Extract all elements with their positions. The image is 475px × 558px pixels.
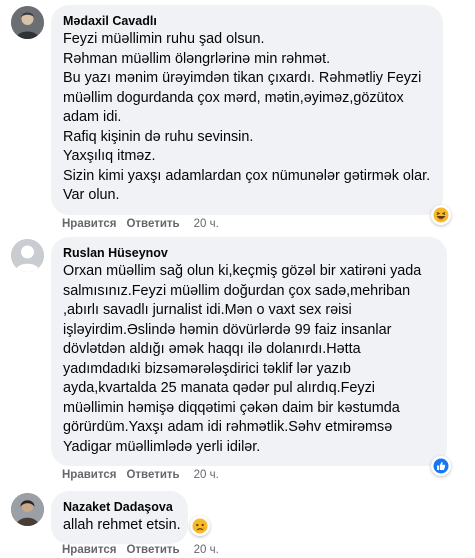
comment-text-line: salmısınız.Feyzi müəllim doğurdan çox sa…: [63, 282, 411, 299]
comment-text-line: allah rehmet etsin.: [63, 517, 181, 533]
reply-button[interactable]: Ответить: [126, 544, 179, 556]
comment-text-line: müəllimin həmişə diqqətimi çəkən daim bi…: [63, 399, 400, 416]
comment-author[interactable]: Ruslan Hüseynov: [63, 245, 435, 261]
sad-emoji-icon[interactable]: [190, 516, 210, 536]
reply-button[interactable]: Ответить: [126, 469, 179, 481]
user-photo-icon: [11, 6, 44, 39]
timestamp[interactable]: 20 ч.: [194, 218, 219, 230]
comment-text-line: yadımdadıki bizsəmərələşdirici təklif lə…: [63, 360, 351, 377]
comment-text-line: Bu yazı mənim ürəyimdən tikan çıxardı. R…: [63, 70, 422, 86]
comment-text-line: müəllim dogurdanda çox mərd, mətin,əyimə…: [63, 89, 404, 106]
user-photo-icon: [11, 493, 44, 526]
comment-text-line: ,abırlı savadlı jurnalist idi.Mən o vaxt…: [63, 302, 352, 318]
comment-text-line: Yaxşılıq itməz.: [63, 148, 156, 164]
comment-text-line: Rafiq kişinin də ruhu sevinsin.: [63, 128, 254, 145]
comment-actions: Нравится Ответить 20 ч.: [62, 469, 229, 481]
comment-bubble: Mədaxil Cavadlı Feyzi müəllimin ruhu şad…: [51, 5, 443, 215]
like-button[interactable]: Нравится: [62, 544, 116, 556]
comment-text-line: dövlətdən aldığı əmək haqqı ilə dolanırd…: [63, 341, 361, 357]
comment-text-line: görürdüm.Yaxşı adam idi rəhmətlik.Səhv e…: [63, 419, 393, 435]
timestamp[interactable]: 20 ч.: [194, 469, 219, 481]
comment-author[interactable]: Nazaket Dadaşova: [63, 499, 176, 515]
comment-author[interactable]: Mədaxil Cavadlı: [63, 13, 431, 29]
default-avatar-icon: [11, 239, 44, 272]
comment-text-line: Orxan müəllim sağ olun ki,keçmiş gözəl b…: [63, 263, 422, 279]
comment-text-line: Feyzi müəllimin ruhu şad olsun.: [63, 31, 265, 47]
comment-text-line: Sizin kimi yaxşı adamlardan çox nümunələ…: [63, 167, 431, 184]
comment-text-line: adam idi.: [63, 109, 122, 125]
haha-emoji-icon[interactable]: [431, 205, 451, 225]
comment-bubble: Nazaket Dadaşova allah rehmet etsin.: [51, 491, 188, 544]
comment-bubble: Ruslan Hüseynov Orxan müəllim sağ olun k…: [51, 237, 447, 466]
comment-text-line: ayda,kvartalda 25 manata qədər pul alırd…: [63, 380, 375, 396]
like-thumb-icon[interactable]: [431, 456, 451, 476]
like-button[interactable]: Нравится: [62, 469, 116, 481]
comment-text-line: Var olun.: [63, 187, 120, 203]
comment-text-line: Yadigar müəllimlədə yerli idilər.: [63, 438, 261, 455]
comment-actions: Нравится Ответить 20 ч.: [62, 544, 229, 556]
comment-text-line: Rəhman müəllim öləngrlərinə min rəhmət.: [63, 50, 331, 67]
like-button[interactable]: Нравится: [62, 218, 116, 230]
avatar[interactable]: [11, 239, 44, 272]
reply-button[interactable]: Ответить: [126, 218, 179, 230]
comment-text-line: işləyirdim.Əslində həmin dövürlərdə 99 f…: [63, 321, 392, 338]
avatar[interactable]: [11, 493, 44, 526]
timestamp[interactable]: 20 ч.: [194, 544, 219, 556]
avatar[interactable]: [11, 6, 44, 39]
comment-actions: Нравится Ответить 20 ч.: [62, 218, 229, 230]
